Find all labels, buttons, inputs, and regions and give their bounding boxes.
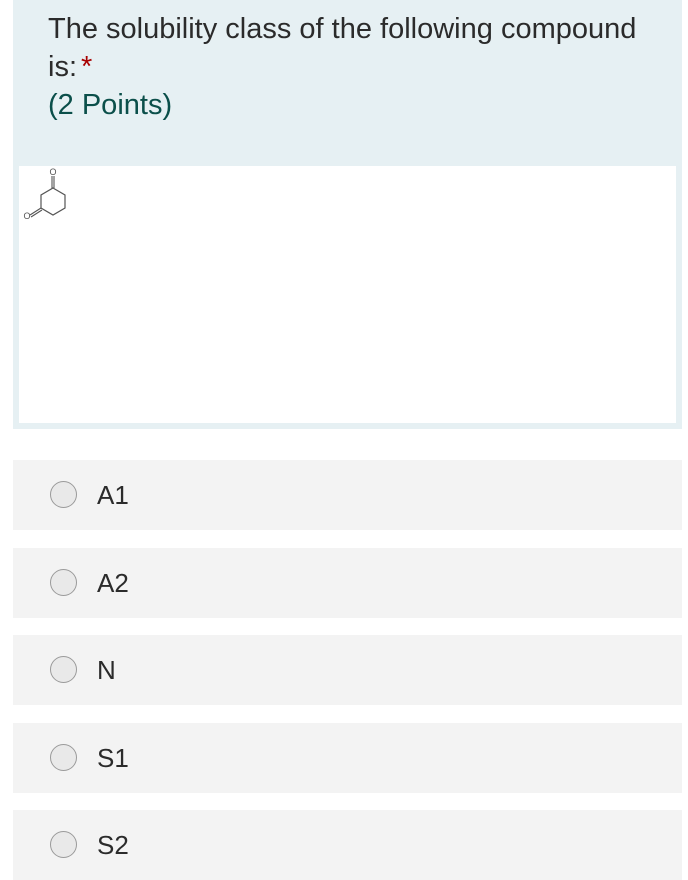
question-image: O O xyxy=(19,166,676,423)
option-a2[interactable]: A2 xyxy=(13,548,682,618)
option-label: S1 xyxy=(97,743,129,773)
question-text: The solubility class of the following co… xyxy=(48,13,637,83)
question-points: (2 Points) xyxy=(48,89,173,121)
required-marker: * xyxy=(81,51,93,83)
option-s2[interactable]: S2 xyxy=(13,810,682,880)
radio-button[interactable] xyxy=(50,831,77,858)
option-s1[interactable]: S1 xyxy=(13,723,682,793)
option-n[interactable]: N xyxy=(13,635,682,705)
option-label: N xyxy=(97,655,116,685)
radio-button[interactable] xyxy=(50,744,77,771)
question-title: The solubility class of the following co… xyxy=(48,10,658,86)
chemical-structure-image: O O xyxy=(23,167,66,221)
oxygen-label-left: O xyxy=(23,211,30,221)
option-label: A1 xyxy=(97,480,129,510)
question-card: The solubility class of the following co… xyxy=(13,0,682,429)
oxygen-label-top: O xyxy=(49,167,56,177)
option-label: A2 xyxy=(97,568,129,598)
radio-button[interactable] xyxy=(50,481,77,508)
radio-button[interactable] xyxy=(50,569,77,596)
radio-button[interactable] xyxy=(50,656,77,683)
option-label: S2 xyxy=(97,830,129,860)
option-a1[interactable]: A1 xyxy=(13,460,682,530)
